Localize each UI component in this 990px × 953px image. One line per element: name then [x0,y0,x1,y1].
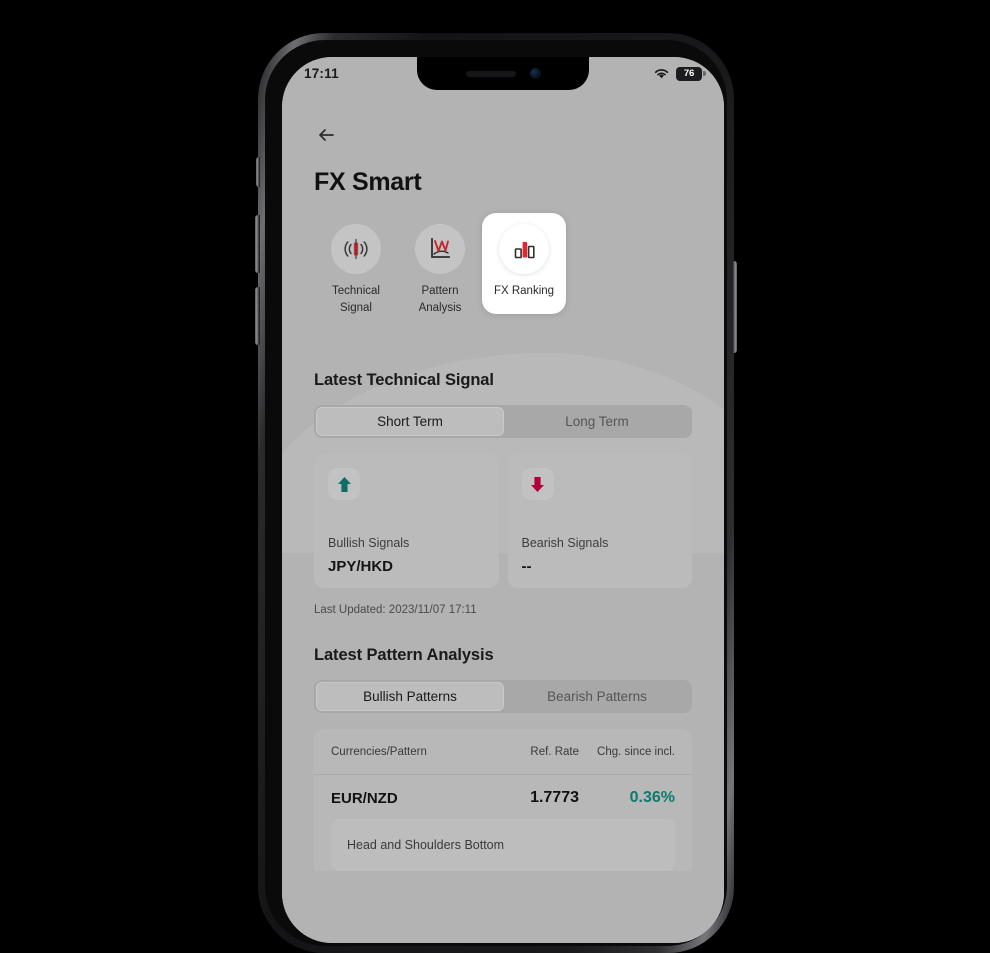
column-header-chg-since-incl: Chg. since incl. [597,745,675,758]
tab-short-term[interactable]: Short Term [316,407,504,437]
nav-icon-wrapper [331,224,381,274]
mute-switch-button[interactable] [256,157,260,187]
battery-level-label: 76 [683,68,695,79]
column-header-ref-rate: Ref. Rate [530,745,579,758]
technical-signal-term-tabs: Short Term Long Term [314,405,692,439]
nav-tile-pattern-analysis[interactable]: Pattern Analysis [398,213,482,330]
status-indicators: 76 [653,66,706,81]
nav-tile-label: FX Ranking [493,285,555,297]
status-time: 17:11 [304,66,339,81]
column-header-currencies-pattern: Currencies/Pattern [331,745,427,758]
wifi-icon [654,69,669,79]
bearish-signals-card[interactable]: Bearish Signals -- [507,454,692,589]
front-camera-icon [529,68,541,79]
signal-icon-wrapper [521,468,554,501]
phone-device: 17:11 76 FX Smart Technical Signal Patte… [255,33,737,953]
candlestick-signal-icon [344,239,368,259]
bearish-signals-label: Bearish Signals [521,536,609,551]
device-notch [417,57,589,90]
bullish-signals-value: JPY/HKD [328,558,394,576]
tab-long-term[interactable]: Long Term [504,407,690,436]
technical-signal-heading: Latest Technical Signal [314,371,494,390]
arrow-down-icon [531,476,544,492]
table-row[interactable]: EUR/NZD 1.7773 0.36% Head and Shoulders … [314,775,692,872]
bearish-signals-value: -- [521,558,532,576]
pattern-analysis-tabs: Bullish Patterns Bearish Patterns [314,680,692,714]
signal-icon-wrapper [328,468,360,501]
pattern-analysis-heading: Latest Pattern Analysis [314,646,494,665]
row-change-percent: 0.36% [629,789,675,807]
nav-icon-wrapper [499,224,549,274]
last-updated-label: Last Updated: 2023/11/07 17:11 [314,604,477,617]
phone-bezel: 17:11 76 FX Smart Technical Signal Patte… [265,40,727,946]
battery-indicator: 76 [676,66,706,81]
nav-tile-label: Technical Signal [332,285,380,314]
table-header-row: Currencies/Pattern Ref. Rate Chg. since … [314,729,692,776]
bullish-signals-label: Bullish Signals [328,536,410,551]
row-ref-rate: 1.7773 [530,789,579,807]
page-title: FX Smart [314,168,422,196]
app-content: FX Smart Technical Signal Pattern Analys… [282,57,724,943]
signal-cards: Bullish Signals JPY/HKD Bearish Signals … [314,454,692,589]
feature-nav-tiles: Technical Signal Pattern Analysis FX Ran… [314,213,692,330]
pattern-chart-icon [431,238,450,258]
nav-tile-technical-signal[interactable]: Technical Signal [314,213,398,330]
nav-icon-wrapper [415,224,465,274]
bullish-signals-card[interactable]: Bullish Signals JPY/HKD [314,454,499,589]
back-arrow-icon[interactable] [314,123,338,147]
row-currency-pair: EUR/NZD [331,789,398,807]
bar-ranking-icon [514,242,535,259]
tab-bearish-patterns[interactable]: Bearish Patterns [504,682,690,711]
table-row-summary: EUR/NZD 1.7773 0.36% [331,789,675,807]
phone-screen: 17:11 76 FX Smart Technical Signal Patte… [282,57,724,943]
speaker-grille-icon [465,70,516,77]
arrow-up-icon [337,476,351,492]
volume-up-button[interactable] [255,215,260,273]
row-pattern-name: Head and Shoulders Bottom [331,819,675,872]
nav-tile-label: Pattern Analysis [418,285,462,314]
volume-down-button[interactable] [255,287,260,345]
pattern-analysis-table: Currencies/Pattern Ref. Rate Chg. since … [314,729,692,872]
nav-tile-fx-ranking[interactable]: FX Ranking [482,213,566,314]
power-button[interactable] [732,261,737,353]
tab-bullish-patterns[interactable]: Bullish Patterns [316,682,504,712]
